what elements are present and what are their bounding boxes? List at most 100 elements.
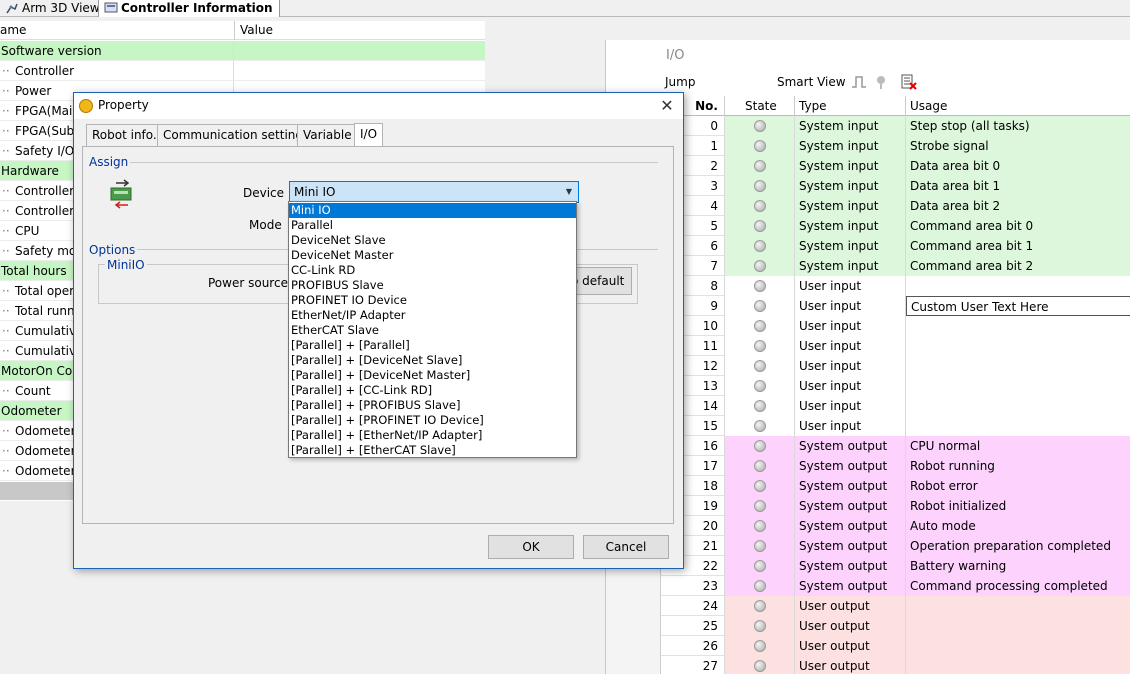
header-state[interactable]: State (725, 96, 795, 116)
io-row-usage[interactable] (906, 316, 1130, 336)
device-option[interactable]: [Parallel] + [PROFINET IO Device] (289, 413, 576, 428)
io-row-usage[interactable]: Data area bit 0 (906, 156, 1130, 176)
io-row-usage[interactable]: Robot initialized (906, 496, 1130, 516)
io-usage-edit-field[interactable]: Custom User Text Here (906, 296, 1130, 316)
io-row-usage[interactable]: Auto mode (906, 516, 1130, 536)
io-row-usage[interactable]: Command area bit 1 (906, 236, 1130, 256)
io-row-usage[interactable]: CPU normal (906, 436, 1130, 456)
io-row-usage[interactable] (906, 596, 1130, 616)
io-row-state[interactable] (725, 256, 795, 276)
header-type[interactable]: Type (795, 96, 906, 116)
io-row-usage[interactable] (906, 416, 1130, 436)
io-row-usage[interactable]: Data area bit 1 (906, 176, 1130, 196)
io-row-state[interactable] (725, 236, 795, 256)
io-row-usage[interactable] (906, 336, 1130, 356)
io-row[interactable]: 27 User output (661, 656, 1130, 674)
io-row-usage[interactable]: Operation preparation completed (906, 536, 1130, 556)
io-row-usage[interactable]: Data area bit 2 (906, 196, 1130, 216)
io-row[interactable]: 26 User output (661, 636, 1130, 656)
device-option[interactable]: [Parallel] + [DeviceNet Master] (289, 368, 576, 383)
io-row[interactable]: 1 System input Strobe signal (661, 136, 1130, 156)
io-row-usage[interactable] (906, 356, 1130, 376)
device-option[interactable]: [Parallel] + [PROFIBUS Slave] (289, 398, 576, 413)
io-row[interactable]: 23 System output Command processing comple… (661, 576, 1130, 596)
io-row-state[interactable] (725, 376, 795, 396)
io-row-state[interactable] (725, 516, 795, 536)
device-option[interactable]: [Parallel] + [EtherCAT Slave] (289, 443, 576, 458)
chevron-down-icon[interactable]: ▼ (560, 182, 578, 202)
io-row[interactable]: 12 User input (661, 356, 1130, 376)
io-row[interactable]: 3 System input Data area bit 1 (661, 176, 1130, 196)
io-row-usage[interactable] (906, 636, 1130, 656)
device-option[interactable]: EtherNet/IP Adapter (289, 308, 576, 323)
io-row[interactable]: 2 System input Data area bit 0 (661, 156, 1130, 176)
io-row[interactable]: 22 System output Battery warning (661, 556, 1130, 576)
io-row-state[interactable] (725, 576, 795, 596)
io-row-usage[interactable]: Battery warning (906, 556, 1130, 576)
io-row-state[interactable] (725, 356, 795, 376)
force-icon[interactable] (873, 74, 889, 90)
grid-row[interactable]: Controller (0, 61, 485, 81)
tab-robot-info[interactable]: Robot info. (86, 124, 163, 146)
io-row[interactable]: 25 User output (661, 616, 1130, 636)
io-row-state[interactable] (725, 536, 795, 556)
io-row[interactable]: 20 System output Auto mode (661, 516, 1130, 536)
io-row-state[interactable] (725, 116, 795, 136)
io-row-usage[interactable] (906, 396, 1130, 416)
device-option[interactable]: [Parallel] + [Parallel] (289, 338, 576, 353)
io-row-usage[interactable]: Command area bit 2 (906, 256, 1130, 276)
io-row[interactable]: 8 User input (661, 276, 1130, 296)
io-row[interactable]: 14 User input (661, 396, 1130, 416)
io-row-state[interactable] (725, 656, 795, 674)
device-option[interactable]: DeviceNet Slave (289, 233, 576, 248)
device-option[interactable]: PROFINET IO Device (289, 293, 576, 308)
io-row[interactable]: 5 System input Command area bit 0 (661, 216, 1130, 236)
tab-arm-3d-view[interactable]: Arm 3D View (0, 0, 106, 17)
device-option[interactable]: EtherCAT Slave (289, 323, 576, 338)
io-row-usage[interactable] (906, 656, 1130, 674)
io-row[interactable]: 18 System output Robot error (661, 476, 1130, 496)
io-row-state[interactable] (725, 476, 795, 496)
grid-category-row[interactable]: Software version (0, 41, 485, 61)
io-row-state[interactable] (725, 396, 795, 416)
tab-communication-setting[interactable]: Communication setting (157, 124, 309, 146)
io-row[interactable]: 21 System output Operation preparation com… (661, 536, 1130, 556)
io-row-state[interactable] (725, 636, 795, 656)
dialog-titlebar[interactable]: Property ✕ (74, 93, 683, 119)
io-row-usage[interactable]: Command area bit 0 (906, 216, 1130, 236)
io-row[interactable]: 6 System input Command area bit 1 (661, 236, 1130, 256)
io-row[interactable]: 9 User input Custom User Text Here (661, 296, 1130, 316)
io-row-state[interactable] (725, 316, 795, 336)
io-row-usage[interactable] (906, 376, 1130, 396)
io-row[interactable]: 10 User input (661, 316, 1130, 336)
tab-controller-information[interactable]: Controller Information (98, 0, 280, 17)
io-row-state[interactable] (725, 296, 795, 316)
io-row-state[interactable] (725, 416, 795, 436)
io-row-state[interactable] (725, 176, 795, 196)
io-row-state[interactable] (725, 136, 795, 156)
io-row-usage[interactable]: Step stop (all tasks) (906, 116, 1130, 136)
io-row-usage[interactable]: Robot running (906, 456, 1130, 476)
io-row[interactable]: 0 System input Step stop (all tasks) (661, 116, 1130, 136)
smart-view-label[interactable]: Smart View (777, 75, 846, 89)
io-row[interactable]: 24 User output (661, 596, 1130, 616)
io-row-state[interactable] (725, 556, 795, 576)
io-row-state[interactable] (725, 456, 795, 476)
io-row[interactable]: 15 User input (661, 416, 1130, 436)
tab-io[interactable]: I/O (354, 123, 384, 146)
io-row-state[interactable] (725, 276, 795, 296)
device-option[interactable]: [Parallel] + [CC-Link RD] (289, 383, 576, 398)
io-settings-icon[interactable] (901, 74, 917, 90)
io-row-usage[interactable]: Strobe signal (906, 136, 1130, 156)
io-row-state[interactable] (725, 616, 795, 636)
close-icon[interactable]: ✕ (655, 95, 679, 117)
io-row[interactable]: 19 System output Robot initialized (661, 496, 1130, 516)
io-row-state[interactable] (725, 196, 795, 216)
ok-button[interactable]: OK (488, 535, 574, 559)
io-row-state[interactable] (725, 436, 795, 456)
header-usage[interactable]: Usage (906, 96, 1130, 116)
io-row[interactable]: 13 User input (661, 376, 1130, 396)
io-row-state[interactable] (725, 216, 795, 236)
device-option[interactable]: CC-Link RD (289, 263, 576, 278)
device-select[interactable]: Mini IO ▼ (289, 181, 579, 203)
